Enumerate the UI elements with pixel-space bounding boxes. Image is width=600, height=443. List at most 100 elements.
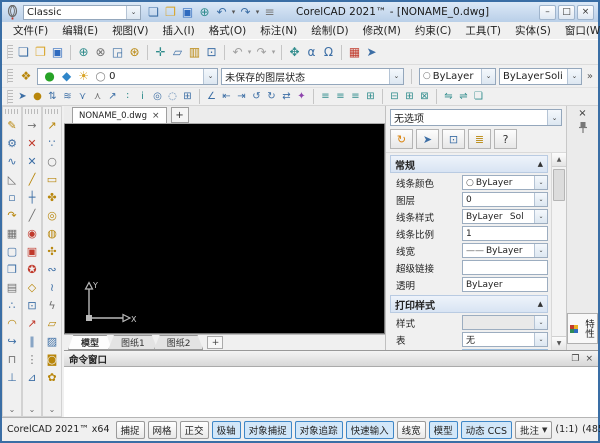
tool-icon[interactable]: ⊓ bbox=[3, 350, 21, 368]
command-float-icon[interactable]: ❐ bbox=[571, 354, 579, 364]
layer-state-combo[interactable]: 未保存的图层状态 ⌄ bbox=[221, 67, 404, 85]
toggle-object-track[interactable]: 对象追踪 bbox=[294, 420, 343, 439]
redo-icon[interactable]: ↷ bbox=[237, 4, 254, 21]
tool-icon[interactable]: ✤ bbox=[43, 188, 61, 206]
paste-icon[interactable]: ▥ bbox=[186, 44, 203, 61]
tool-icon[interactable]: ◎ bbox=[43, 206, 61, 224]
plot-style-combo[interactable]: ⌄ bbox=[462, 315, 548, 330]
linestyle-combo[interactable]: ByLayer Soli ⌄ bbox=[499, 67, 582, 85]
tool-icon[interactable]: ⊞ bbox=[402, 90, 417, 104]
workspace-selector[interactable]: Classic ⌄ bbox=[23, 4, 141, 20]
tool-icon[interactable]: ✎ bbox=[3, 116, 21, 134]
pan-icon[interactable]: ✥ bbox=[286, 44, 303, 61]
new-document-tab-button[interactable]: + bbox=[170, 107, 189, 123]
customize-properties-icon[interactable]: ≣ bbox=[468, 129, 491, 149]
new-icon[interactable]: ❏ bbox=[15, 44, 32, 61]
pin-icon[interactable] bbox=[578, 121, 588, 134]
tool-icon[interactable]: ▦ bbox=[3, 224, 21, 242]
undo-icon[interactable]: ↶ bbox=[229, 44, 246, 61]
select-icon[interactable]: ➤ bbox=[363, 44, 380, 61]
tool-icon[interactable]: ◙ bbox=[43, 350, 61, 368]
layers-manager-icon[interactable]: ❖ bbox=[18, 68, 34, 85]
tool-icon[interactable]: ▣ bbox=[23, 242, 41, 260]
hyperlink-field[interactable] bbox=[462, 260, 548, 275]
tool-icon[interactable]: ▫ bbox=[3, 188, 21, 206]
web-icon[interactable]: ⊕ bbox=[196, 4, 213, 21]
tool-icon[interactable]: ◍ bbox=[43, 224, 61, 242]
tool-icon[interactable]: ➤ bbox=[15, 90, 30, 104]
zoom-previous-icon[interactable]: Ω bbox=[320, 44, 337, 61]
tool-icon[interactable]: → bbox=[23, 116, 41, 134]
tool-icon[interactable]: ◉ bbox=[23, 224, 41, 242]
menu-format[interactable]: 格式(O) bbox=[202, 22, 253, 39]
layer-on-icon[interactable]: ● bbox=[41, 69, 58, 84]
minimize-button[interactable]: – bbox=[539, 4, 556, 20]
refresh-selection-icon[interactable]: ↻ bbox=[390, 129, 413, 149]
collapse-icon[interactable]: ▲ bbox=[538, 300, 543, 308]
tool-icon[interactable]: ◌ bbox=[165, 90, 180, 104]
copy-icon[interactable]: ▱ bbox=[169, 44, 186, 61]
tool-icon[interactable]: ⋎ bbox=[75, 90, 90, 104]
toolbar-grip[interactable] bbox=[45, 109, 59, 114]
tool-icon[interactable]: ⊥ bbox=[3, 368, 21, 386]
redo-list-icon[interactable]: ▾ bbox=[270, 44, 277, 61]
menu-window[interactable]: 窗口(W) bbox=[558, 22, 600, 39]
plot-type-value[interactable]: 无 bbox=[462, 349, 548, 350]
line-scale-field[interactable]: 1 bbox=[462, 226, 548, 241]
tool-icon[interactable]: ▭ bbox=[43, 170, 61, 188]
section-header-print-style[interactable]: 打印样式 ▲ bbox=[390, 295, 548, 313]
tool-icon[interactable]: ≡ bbox=[348, 90, 363, 104]
tool-icon[interactable]: ∥ bbox=[23, 332, 41, 350]
select-window-icon[interactable]: ⊡ bbox=[442, 129, 465, 149]
maximize-button[interactable]: □ bbox=[558, 4, 575, 20]
toolbar-overflow-icon[interactable]: ⌄ bbox=[9, 403, 16, 416]
save-icon[interactable]: ▣ bbox=[179, 4, 196, 21]
collapse-icon[interactable]: ▲ bbox=[538, 160, 543, 168]
tool-icon[interactable]: ∿ bbox=[3, 152, 21, 170]
palette-close-icon[interactable]: × bbox=[578, 108, 586, 121]
tool-icon[interactable]: ∵ bbox=[43, 134, 61, 152]
tool-icon[interactable]: ┼ bbox=[23, 188, 41, 206]
tool-icon[interactable]: ⊿ bbox=[23, 368, 41, 386]
layout-tab-model[interactable]: 模型 bbox=[68, 335, 113, 350]
publish-web-icon[interactable]: ⊛ bbox=[126, 44, 143, 61]
properties-dock-tab[interactable]: 特性 bbox=[567, 313, 598, 344]
toolbar-overflow-icon[interactable]: ⌄ bbox=[29, 403, 36, 416]
tool-icon[interactable]: ⇄ bbox=[279, 90, 294, 104]
tool-icon[interactable]: ◺ bbox=[3, 170, 21, 188]
scroll-up-icon[interactable]: ▲ bbox=[552, 153, 566, 167]
toggle-ortho[interactable]: 正交 bbox=[179, 420, 209, 439]
tool-icon[interactable]: ϟ bbox=[43, 296, 61, 314]
tool-icon[interactable]: ⇋ bbox=[441, 90, 456, 104]
line-weight-combo[interactable]: —— ByLayer ⌄ bbox=[462, 243, 548, 258]
tool-icon[interactable]: ◠ bbox=[3, 314, 21, 332]
menu-draw[interactable]: 绘制(D) bbox=[304, 22, 355, 39]
tool-icon[interactable]: ⇥ bbox=[234, 90, 249, 104]
tool-icon[interactable]: ╱ bbox=[23, 170, 41, 188]
toolbar-grip[interactable] bbox=[7, 89, 13, 104]
properties-scrollbar[interactable]: ▲ ▼ bbox=[551, 153, 566, 350]
scroll-down-icon[interactable]: ▼ bbox=[552, 336, 566, 350]
toggle-object-snap[interactable]: 对象捕捉 bbox=[243, 420, 292, 439]
toolbar-grip[interactable] bbox=[5, 109, 19, 114]
tool-icon[interactable]: ❏ bbox=[471, 90, 486, 104]
close-tab-icon[interactable]: × bbox=[152, 111, 160, 121]
zoom-dynamic-icon[interactable]: α bbox=[303, 44, 320, 61]
command-close-icon[interactable]: × bbox=[585, 354, 593, 364]
layout-tab-sheet2[interactable]: 图纸2 bbox=[153, 335, 204, 350]
tool-icon[interactable]: ⊟ bbox=[387, 90, 402, 104]
tool-icon[interactable]: ⊞ bbox=[363, 90, 378, 104]
undo-icon[interactable]: ↶ bbox=[213, 4, 230, 21]
print-preview-icon[interactable]: ◲ bbox=[109, 44, 126, 61]
tool-icon[interactable]: ● bbox=[30, 90, 45, 104]
help-icon[interactable]: ? bbox=[494, 129, 517, 149]
toolbar-overflow-icon[interactable]: ⌄ bbox=[49, 403, 56, 416]
document-tab[interactable]: NONAME_0.dwg × bbox=[72, 107, 167, 123]
command-input-area[interactable] bbox=[64, 367, 598, 417]
line-style-combo[interactable]: ByLayer Sol ⌄ bbox=[462, 209, 548, 224]
tool-icon[interactable]: ▱ bbox=[43, 314, 61, 332]
save-icon[interactable]: ▣ bbox=[49, 44, 66, 61]
menu-constraints[interactable]: 约束(C) bbox=[408, 22, 459, 39]
toggle-model[interactable]: 模型 bbox=[428, 420, 458, 439]
tool-icon[interactable]: ↗ bbox=[43, 116, 61, 134]
